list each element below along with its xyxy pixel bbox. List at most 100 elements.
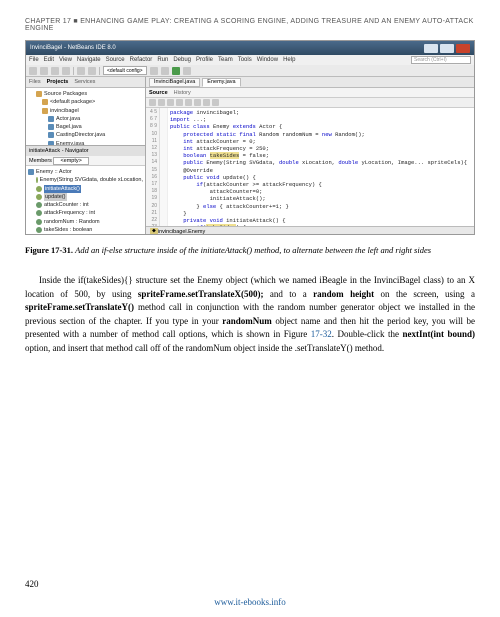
window-title: InvinciBagel - NetBeans IDE 8.0 xyxy=(30,45,424,51)
menu-help[interactable]: Help xyxy=(283,57,295,63)
search-input[interactable]: Search (Ctrl+I) xyxy=(411,56,471,64)
save-icon[interactable] xyxy=(62,67,70,75)
tab-files[interactable]: Files xyxy=(29,79,41,85)
footer-link[interactable]: www.it-ebooks.info xyxy=(0,597,500,607)
editor-tab-invincibagel[interactable]: InvinciBagel.java xyxy=(149,78,200,87)
tree-class[interactable]: CastingDirector.java xyxy=(28,131,143,139)
paragraph: Inside the if(takeSides){} structure set… xyxy=(25,274,475,355)
editor-tabs: InvinciBagel.java Enemy.java xyxy=(146,77,474,88)
new-project-icon[interactable] xyxy=(40,67,48,75)
class-icon xyxy=(28,169,34,175)
ed-icon[interactable] xyxy=(194,99,201,106)
tree-class[interactable]: Actor.java xyxy=(28,115,143,123)
tree-package[interactable]: invincibagel xyxy=(28,107,143,115)
menu-run[interactable]: Run xyxy=(157,57,168,63)
menu-view[interactable]: View xyxy=(59,57,72,63)
menu-window[interactable]: Window xyxy=(257,57,278,63)
method-icon xyxy=(36,186,42,192)
menu-edit[interactable]: Edit xyxy=(44,57,54,63)
editor-subtabs: Source History xyxy=(146,88,474,98)
undo-icon[interactable] xyxy=(77,67,85,75)
members-label: Members xyxy=(29,158,52,164)
member-initiateattack[interactable]: initiateAttack() xyxy=(28,185,143,193)
member-class[interactable]: Enemy :: Actor xyxy=(28,168,143,176)
menu-navigate[interactable]: Navigate xyxy=(77,57,101,63)
package-icon xyxy=(42,108,48,114)
members-filter[interactable]: <empty> xyxy=(53,157,88,165)
method-icon xyxy=(36,194,42,200)
package-icon xyxy=(36,91,42,97)
ed-icon[interactable] xyxy=(185,99,192,106)
method-icon xyxy=(36,177,38,183)
window-buttons xyxy=(424,44,470,53)
menu-profile[interactable]: Profile xyxy=(196,57,213,63)
menu-debug[interactable]: Debug xyxy=(173,57,191,63)
member-field[interactable]: attackCounter : int xyxy=(28,201,143,209)
ed-icon[interactable] xyxy=(149,99,156,106)
field-icon xyxy=(36,219,42,225)
tab-services[interactable]: Services xyxy=(74,79,95,85)
figure-xref[interactable]: 17-32 xyxy=(311,329,332,339)
menubar: File Edit View Navigate Source Refactor … xyxy=(26,55,474,65)
editor-panel: InvinciBagel.java Enemy.java Source Hist… xyxy=(146,77,474,235)
java-icon xyxy=(48,132,54,138)
status-bar: ⬥ invincibagel.Enemy xyxy=(146,226,474,235)
tree-default-package[interactable]: <default package> xyxy=(28,98,143,106)
menu-source[interactable]: Source xyxy=(106,57,125,63)
code-area[interactable]: package invincibagel; import ...; public… xyxy=(168,108,474,226)
tree-class[interactable]: Bagel.java xyxy=(28,123,143,131)
tab-projects[interactable]: Projects xyxy=(47,79,69,85)
run-icon[interactable] xyxy=(172,67,180,75)
config-dropdown[interactable]: <default config> xyxy=(103,66,147,75)
ide-screenshot: InvinciBagel - NetBeans IDE 8.0 File Edi… xyxy=(25,40,475,235)
tree-source-packages[interactable]: Source Packages xyxy=(28,90,143,98)
chapter-header: CHAPTER 17 ■ ENHANCING GAME PLAY: CREATI… xyxy=(25,18,475,32)
breadcrumb-icon: ⬥ xyxy=(150,228,158,235)
ed-icon[interactable] xyxy=(176,99,183,106)
debug-icon[interactable] xyxy=(183,67,191,75)
package-icon xyxy=(42,99,48,105)
body-text: Inside the if(takeSides){} structure set… xyxy=(25,274,475,355)
menu-tools[interactable]: Tools xyxy=(238,57,252,63)
status-text: invincibagel.Enemy xyxy=(158,229,205,235)
subtab-history[interactable]: History xyxy=(174,90,191,96)
ed-icon[interactable] xyxy=(212,99,219,106)
new-file-icon[interactable] xyxy=(29,67,37,75)
navigator-panel: initiateAttack - Navigator Members <empt… xyxy=(26,145,145,235)
menu-file[interactable]: File xyxy=(29,57,39,63)
ed-icon[interactable] xyxy=(203,99,210,106)
figure-caption: Figure 17-31. Add an if-else structure i… xyxy=(25,245,475,256)
navigator-header: initiateAttack - Navigator xyxy=(26,146,145,156)
fold-gutter[interactable] xyxy=(160,108,168,226)
menu-team[interactable]: Team xyxy=(218,57,233,63)
member-field[interactable]: randomNum : Random xyxy=(28,218,143,226)
member-ctor[interactable]: Enemy(String SVGdata, double xLocation, xyxy=(28,176,143,184)
member-update[interactable]: update() xyxy=(28,193,143,201)
redo-icon[interactable] xyxy=(88,67,96,75)
maximize-button[interactable] xyxy=(440,44,454,53)
menu-refactor[interactable]: Refactor xyxy=(130,57,153,63)
members-tree[interactable]: Enemy :: Actor Enemy(String SVGdata, dou… xyxy=(26,166,145,235)
build-icon[interactable] xyxy=(150,67,158,75)
ed-icon[interactable] xyxy=(167,99,174,106)
project-tree[interactable]: Source Packages <default package> invinc… xyxy=(26,88,145,145)
close-button[interactable] xyxy=(456,44,470,53)
window-titlebar: InvinciBagel - NetBeans IDE 8.0 xyxy=(26,41,474,55)
open-icon[interactable] xyxy=(51,67,59,75)
page-number: 420 xyxy=(25,579,39,589)
minimize-button[interactable] xyxy=(424,44,438,53)
member-field[interactable]: takeSides : boolean xyxy=(28,226,143,234)
editor-toolbar xyxy=(146,98,474,108)
toolbar: <default config> xyxy=(26,65,474,77)
left-panel-tabs: Files Projects Services xyxy=(26,77,145,88)
editor-tab-enemy[interactable]: Enemy.java xyxy=(202,78,240,87)
caption-text: Add an if-else structure inside of the i… xyxy=(75,245,431,255)
clean-icon[interactable] xyxy=(161,67,169,75)
java-icon xyxy=(48,124,54,130)
java-icon xyxy=(48,116,54,122)
editor-area[interactable]: 4 5 6 7 8 9 10 11 12 13 14 15 16 17 18 1… xyxy=(146,108,474,226)
member-field[interactable]: attackFrequency : int xyxy=(28,209,143,217)
ed-icon[interactable] xyxy=(158,99,165,106)
subtab-source[interactable]: Source xyxy=(149,90,168,96)
line-gutter: 4 5 6 7 8 9 10 11 12 13 14 15 16 17 18 1… xyxy=(146,108,160,226)
